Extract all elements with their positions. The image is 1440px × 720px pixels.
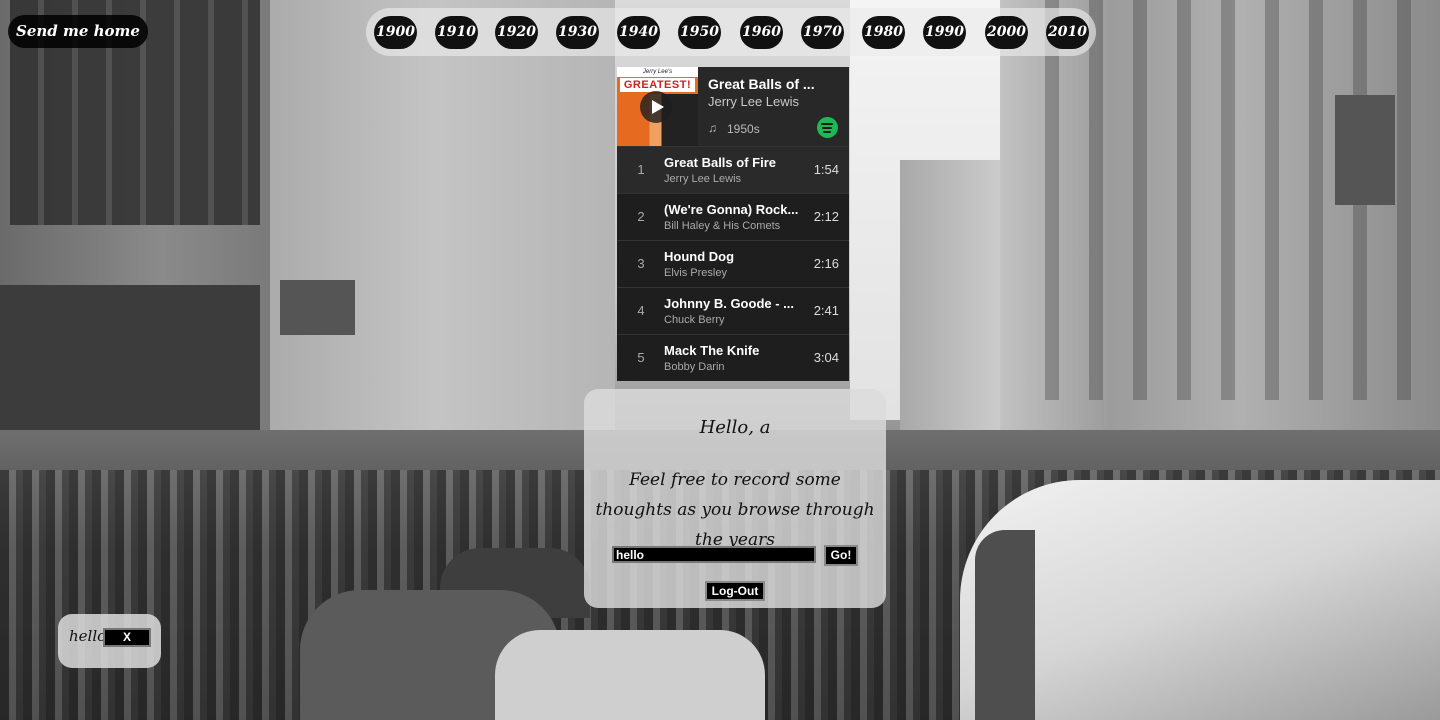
greeting-text: Hello, a — [699, 417, 771, 438]
saved-thought-card: hello X — [58, 614, 161, 668]
center-building-window — [280, 280, 355, 335]
track-duration: 3:04 — [813, 350, 839, 365]
hanging-flag — [1335, 95, 1395, 205]
decade-button-1900[interactable]: 1900 — [374, 16, 417, 49]
thought-input[interactable] — [612, 546, 816, 563]
invite-text: Feel free to record some thoughts as you… — [595, 470, 875, 550]
logout-button[interactable]: Log-Out — [705, 581, 765, 601]
track-title: Great Balls of Fire — [664, 155, 776, 170]
track-row[interactable]: 2 (We're Gonna) Rock... Bill Haley & His… — [617, 193, 849, 240]
playlist-era: 1950s — [727, 122, 760, 136]
track-duration: 2:41 — [813, 303, 839, 318]
saved-thought-text: hello — [69, 627, 107, 645]
decade-button-1940[interactable]: 1940 — [617, 16, 660, 49]
track-title: Mack The Knife — [664, 343, 760, 358]
send-me-home-button[interactable]: Send me home — [8, 15, 148, 48]
album-cover-subtitle: Jerry Lee's — [617, 67, 698, 77]
distant-buildings — [900, 160, 1010, 460]
track-artist: Chuck Berry — [664, 314, 725, 326]
decade-nav: 1900 1910 1920 1930 1940 1950 1960 1970 … — [366, 8, 1096, 56]
thoughts-panel: Hello, a Feel free to record some though… — [584, 389, 886, 608]
track-number: 5 — [637, 350, 645, 365]
track-row[interactable]: 1 Great Balls of Fire Jerry Lee Lewis 1:… — [617, 146, 849, 193]
album-cover: Jerry Lee's GREATEST! — [617, 67, 698, 146]
car — [495, 630, 765, 720]
decade-button-1950[interactable]: 1950 — [678, 16, 721, 49]
track-artist: Bobby Darin — [664, 361, 725, 373]
decade-button-1960[interactable]: 1960 — [740, 16, 783, 49]
decade-button-1990[interactable]: 1990 — [923, 16, 966, 49]
track-row[interactable]: 3 Hound Dog Elvis Presley 2:16 — [617, 240, 849, 287]
delete-thought-button[interactable]: X — [103, 628, 151, 647]
track-duration: 1:54 — [813, 162, 839, 177]
center-building — [255, 0, 615, 470]
track-number: 2 — [637, 209, 645, 224]
track-artist: Elvis Presley — [664, 267, 727, 279]
track-artist: Bill Haley & His Comets — [664, 220, 781, 232]
go-button[interactable]: Go! — [824, 545, 858, 566]
track-row[interactable]: 5 Mack The Knife Bobby Darin 3:04 — [617, 334, 849, 381]
decade-button-1910[interactable]: 1910 — [435, 16, 478, 49]
track-duration: 2:16 — [813, 256, 839, 271]
decade-button-2010[interactable]: 2010 — [1046, 16, 1089, 49]
music-note-icon: ♫ — [708, 121, 717, 135]
track-list: 1 Great Balls of Fire Jerry Lee Lewis 1:… — [617, 146, 849, 381]
spotify-logo-icon[interactable] — [817, 117, 838, 138]
track-title: Hound Dog — [664, 249, 735, 264]
track-title: (We're Gonna) Rock... — [664, 202, 799, 217]
decade-button-2000[interactable]: 2000 — [985, 16, 1028, 49]
now-playing-artist: Jerry Lee Lewis — [708, 94, 800, 109]
now-playing-title: Great Balls of ... — [708, 76, 815, 92]
track-title: Johnny B. Goode - ... — [664, 296, 794, 311]
spotify-player: Jerry Lee's GREATEST! Great Balls of ...… — [617, 67, 849, 381]
decade-button-1980[interactable]: 1980 — [862, 16, 905, 49]
track-number: 3 — [637, 256, 645, 271]
decade-button-1970[interactable]: 1970 — [801, 16, 844, 49]
decade-button-1930[interactable]: 1930 — [556, 16, 599, 49]
track-number: 4 — [637, 303, 645, 318]
album-cover-title: GREATEST! — [620, 78, 695, 92]
track-artist: Jerry Lee Lewis — [664, 173, 742, 185]
bus-side — [975, 530, 1035, 720]
track-row[interactable]: 4 Johnny B. Goode - ... Chuck Berry 2:41 — [617, 287, 849, 334]
track-duration: 2:12 — [813, 209, 839, 224]
track-number: 1 — [637, 162, 645, 177]
left-storefront — [0, 285, 260, 445]
play-icon[interactable] — [640, 91, 672, 123]
decade-button-1920[interactable]: 1920 — [495, 16, 538, 49]
